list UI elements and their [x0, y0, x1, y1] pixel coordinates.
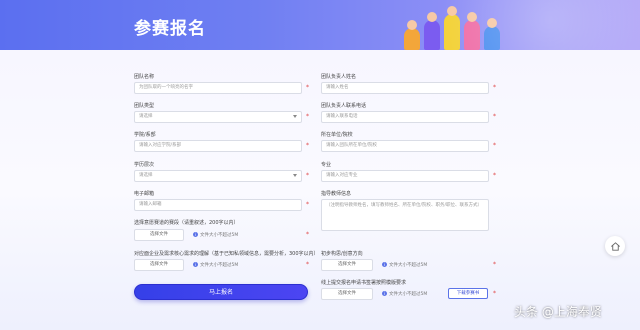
track-upload-button[interactable]: 选择文件	[134, 229, 184, 241]
grade-select[interactable]: 请选择	[134, 170, 302, 182]
commitment-upload-button[interactable]: 选择文件	[321, 288, 373, 300]
major-label: 专业	[321, 162, 332, 168]
required-mark: *	[306, 261, 309, 268]
proposal-upload-button[interactable]: 选择文件	[134, 259, 184, 271]
work-direction-upload-button[interactable]: 选择文件	[321, 259, 373, 271]
leader-phone-input[interactable]: 请输入联系电话	[321, 111, 489, 123]
team-name-label: 团队名称	[134, 74, 155, 80]
figure-1	[404, 20, 420, 50]
required-mark: *	[493, 142, 496, 149]
proposal-label: 对应面企业及需求核心需求的理解（基于已知私领域信息，需要分析，300字以内）	[134, 251, 319, 257]
figure-3	[444, 6, 460, 50]
info-icon: i	[193, 262, 198, 267]
info-icon: i	[193, 232, 198, 237]
required-mark: *	[306, 84, 309, 91]
unit-label: 所在单位/院校	[321, 132, 353, 138]
commitment-hint-text: 文件大小不超过5M	[389, 292, 428, 297]
download-template-button[interactable]: 下载参赛书	[448, 288, 488, 299]
required-mark: *	[306, 113, 309, 120]
work-direction-label: 初步构思/创意方向	[321, 251, 363, 257]
email-input[interactable]: 请输入邮箱	[134, 199, 302, 211]
page-title: 参赛报名	[134, 19, 206, 39]
figure-5	[484, 18, 500, 50]
required-mark: *	[493, 113, 496, 120]
major-input[interactable]: 请输入对应专业	[321, 170, 489, 182]
required-mark: *	[306, 142, 309, 149]
work-direction-hint: i 文件大小不超过5M	[382, 262, 427, 268]
grade-value: 请选择	[139, 173, 153, 178]
home-icon	[610, 241, 620, 251]
proposal-hint: i 文件大小不超过5M	[193, 262, 238, 268]
track-label: 选择意愿赛道的赛段（请重叙述，200字以内）	[134, 220, 239, 226]
chevron-down-icon	[293, 115, 297, 118]
work-direction-hint-text: 文件大小不超过5M	[389, 263, 428, 268]
leader-name-label: 团队负责人姓名	[321, 74, 357, 80]
required-mark: *	[306, 201, 309, 208]
mentor-label: 指导教师信息	[321, 191, 352, 197]
figure-4	[464, 12, 480, 50]
school-input[interactable]: 请输入对应学院/系部	[134, 140, 302, 152]
chevron-down-icon	[293, 174, 297, 177]
track-hint-text: 文件大小不超过5M	[200, 233, 239, 238]
team-name-input[interactable]: 为团队取的一个响亮的名字	[134, 82, 302, 94]
team-type-select[interactable]: 请选择	[134, 111, 302, 123]
grade-label: 学历层次	[134, 162, 155, 168]
header-banner: 参赛报名	[0, 0, 640, 50]
required-mark: *	[306, 231, 309, 238]
required-mark: *	[306, 172, 309, 179]
school-label: 学院/系部	[134, 132, 156, 138]
commitment-hint: i 文件大小不超过5M	[382, 291, 427, 297]
figure-2	[424, 12, 440, 50]
leader-phone-label: 团队负责人联系电话	[321, 103, 367, 109]
mentor-textarea[interactable]: （注明指导教师姓名，填写教师姓名、所在单位/院校、职务/职位、联系方式）	[321, 199, 489, 231]
proposal-hint-text: 文件大小不超过5M	[200, 263, 239, 268]
info-icon: i	[382, 291, 387, 296]
team-type-label: 团队类型	[134, 103, 155, 109]
track-hint: i 文件大小不超过5M	[193, 232, 238, 238]
watermark: 头条 @上海奉贤	[514, 305, 602, 319]
celebration-illustration	[400, 0, 510, 50]
info-icon: i	[382, 262, 387, 267]
form-area	[0, 50, 640, 330]
leader-name-input[interactable]: 请输入姓名	[321, 82, 489, 94]
required-mark: *	[493, 172, 496, 179]
team-type-value: 请选择	[139, 114, 153, 119]
required-mark: *	[493, 261, 496, 268]
unit-input[interactable]: 请输入团队所在单位/院校	[321, 140, 489, 152]
submit-button[interactable]: 马上报名	[134, 284, 308, 300]
required-mark: *	[493, 84, 496, 91]
email-label: 电子邮箱	[134, 191, 155, 197]
commitment-label: 线上提交报名申请书签署按照模版要求	[321, 280, 407, 286]
home-button[interactable]	[605, 236, 625, 256]
required-mark: *	[493, 290, 496, 297]
